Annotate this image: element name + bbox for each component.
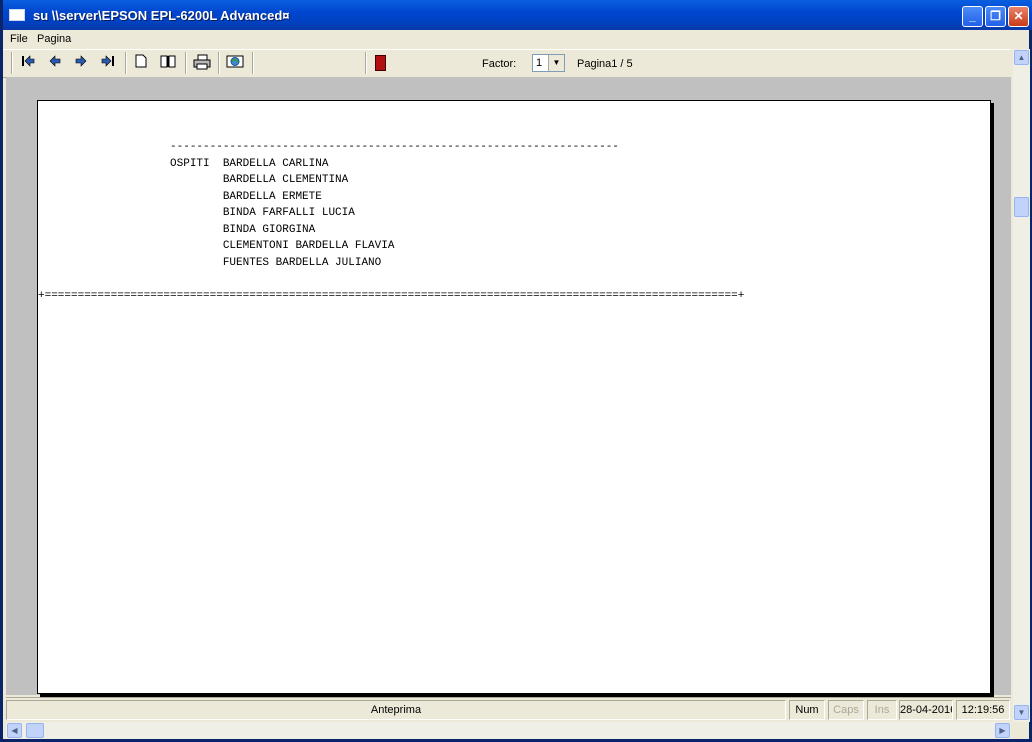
status-bar: Anteprima Num Caps Ins 28-04-2016 12:19:… [6, 697, 1011, 722]
status-time: 12:19:56 [956, 700, 1010, 720]
page-indicator: Pagina1 / 5 [577, 58, 633, 70]
chevron-down-icon[interactable]: ▼ [548, 55, 564, 71]
factor-label: Factor: [482, 58, 517, 70]
two-page-icon [160, 55, 176, 68]
menu-bar: File Pagina [3, 30, 1029, 49]
first-page-button[interactable] [18, 54, 38, 72]
report-line: BINDA FARFALLI LUCIA [38, 207, 355, 219]
arrow-left-icon: ◀ [11, 726, 18, 735]
status-main: Anteprima [6, 700, 786, 720]
report-line: FUENTES BARDELLA JULIANO [38, 256, 382, 269]
toolbar-grip [11, 52, 13, 74]
single-page-button[interactable] [131, 54, 151, 72]
status-ins: Ins [867, 700, 897, 720]
report-line: BARDELLA CLEMENTINA [38, 174, 349, 186]
last-page-icon [101, 55, 114, 67]
scroll-left-button[interactable]: ◀ [7, 723, 22, 738]
restore-icon: ❐ [990, 9, 1001, 23]
report-line: BINDA GIORGINA [38, 223, 316, 236]
factor-select[interactable]: 1 ▼ [532, 54, 565, 72]
horizontal-scrollbar[interactable]: ◀ ▶ [6, 722, 1011, 739]
close-button[interactable]: ✕ [1008, 6, 1029, 27]
arrow-right-icon: ▶ [999, 726, 1006, 735]
toolbar-separator [252, 52, 254, 74]
printer-icon [193, 54, 211, 70]
vertical-scroll-thumb[interactable] [1014, 197, 1029, 217]
vertical-scrollbar[interactable]: ▲ ▼ [1013, 49, 1030, 722]
toolbar-separator [185, 52, 187, 74]
toolbar-separator [218, 52, 220, 74]
close-icon: ✕ [1013, 9, 1024, 23]
toolbar: Factor: 1 ▼ Pagina1 / 5 [3, 49, 1011, 78]
arrow-down-icon: ▼ [1017, 708, 1026, 717]
next-page-button[interactable] [71, 54, 91, 72]
preview-area[interactable]: ----------------------------------------… [6, 77, 1011, 695]
arrow-up-icon: ▲ [1017, 53, 1026, 62]
title-bar[interactable]: su \\server\EPSON EPL-6200L Advanced¤ _ … [3, 0, 1032, 30]
last-page-button[interactable] [98, 54, 118, 72]
horizontal-scroll-thumb[interactable] [26, 723, 44, 738]
prev-page-button[interactable] [45, 54, 65, 72]
window-icon [9, 9, 25, 21]
next-page-icon [75, 55, 87, 67]
maximize-button[interactable]: ❐ [985, 6, 1006, 27]
two-page-button[interactable] [158, 54, 178, 72]
minimize-button[interactable]: _ [962, 6, 983, 27]
menu-file[interactable]: File [10, 33, 28, 45]
report-line: OSPITI BARDELLA CARLINA [38, 157, 329, 170]
report-line: CLEMENTONI BARDELLA FLAVIA [38, 240, 395, 252]
web-export-icon [226, 55, 244, 68]
report-text: ----------------------------------------… [38, 139, 744, 304]
scroll-up-button[interactable]: ▲ [1014, 50, 1029, 65]
scroll-down-button[interactable]: ▼ [1014, 705, 1029, 720]
window-title: su \\server\EPSON EPL-6200L Advanced¤ [33, 8, 290, 23]
report-line: BARDELLA ERMETE [38, 190, 322, 203]
status-caps: Caps [828, 700, 864, 720]
scroll-right-button[interactable]: ▶ [995, 723, 1010, 738]
status-num: Num [789, 700, 825, 720]
prev-page-icon [49, 55, 61, 67]
single-page-icon [135, 54, 147, 68]
minimize-icon: _ [969, 9, 976, 23]
status-date: 28-04-2016 [899, 700, 953, 720]
first-page-icon [22, 55, 35, 67]
toolbar-separator [365, 52, 367, 74]
web-export-button[interactable] [225, 54, 245, 72]
report-line: ----------------------------------------… [38, 141, 619, 153]
exit-door-icon[interactable] [375, 55, 386, 71]
app-window: su \\server\EPSON EPL-6200L Advanced¤ _ … [0, 0, 1032, 742]
toolbar-separator [125, 52, 127, 74]
report-page: ----------------------------------------… [37, 100, 991, 694]
report-line: +=======================================… [38, 289, 745, 302]
menu-pagina[interactable]: Pagina [37, 33, 71, 45]
factor-value: 1 [536, 57, 543, 69]
print-button[interactable] [192, 54, 212, 72]
